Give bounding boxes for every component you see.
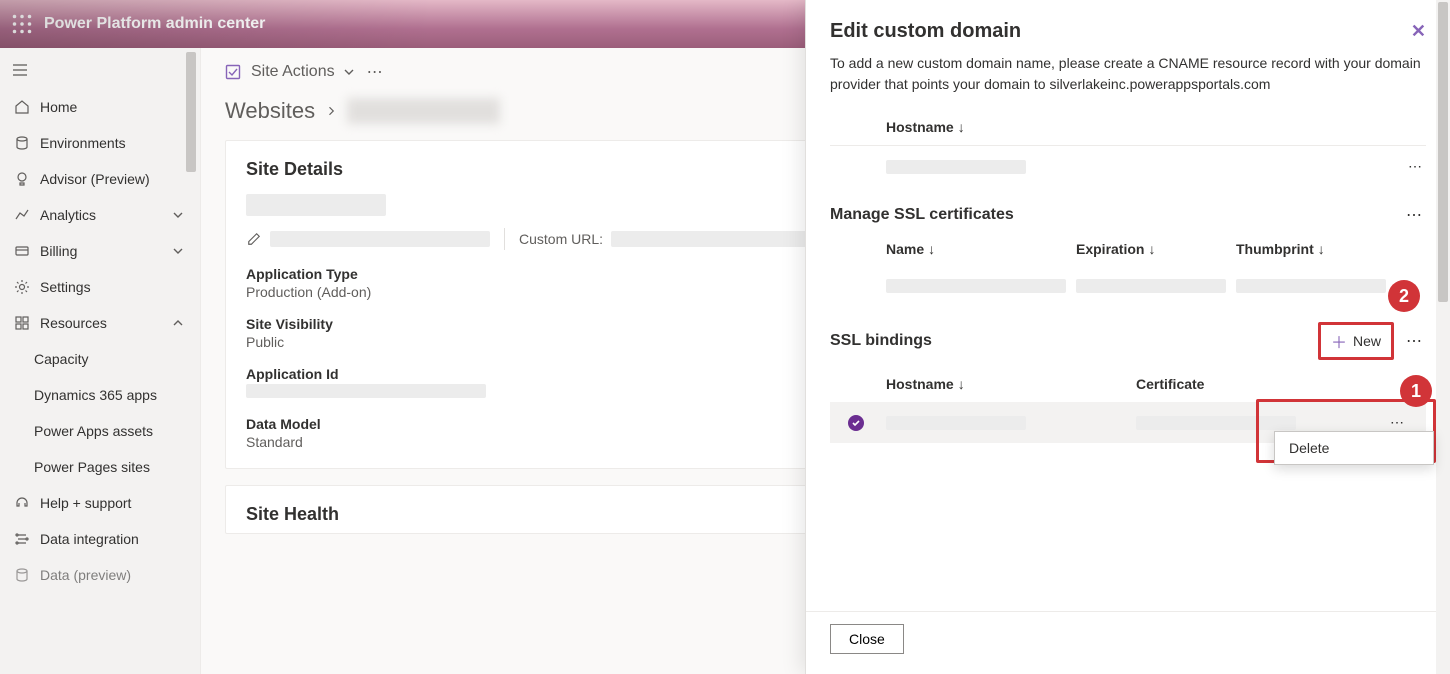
redacted-binding-cert: . [1136,416,1296,430]
sidebar-item-advisor[interactable]: Advisor (Preview) [0,161,200,197]
ssl-cert-row[interactable]: . . . ⋯ [830,267,1426,304]
edit-custom-domain-panel: Edit custom domain ✕ To add a new custom… [805,0,1450,674]
close-button[interactable]: Close [830,624,904,654]
checkbox-icon[interactable] [225,64,241,80]
sidebar-item-label: Home [40,99,77,115]
hostname-row[interactable]: . ⋯ [830,146,1426,187]
sidebar-item-label: Advisor (Preview) [40,171,150,187]
sidebar-item-label: Dynamics 365 apps [34,387,157,403]
sidebar-item-label: Environments [40,135,126,151]
field-label: Application Type [246,266,814,282]
sidebar-item-billing[interactable]: Billing [0,233,200,269]
field-label: Site Visibility [246,316,814,332]
more-icon[interactable]: ⋯ [1402,331,1426,351]
certificate-column-header[interactable]: Certificate [1136,376,1376,392]
redacted-cert-exp: . [1076,279,1226,293]
more-icon[interactable]: ⋯ [1402,205,1426,225]
site-details-title: Site Details [246,159,343,180]
waffle-icon[interactable] [12,14,32,34]
sidebar-item-data-integration[interactable]: Data integration [0,521,200,557]
pencil-icon[interactable] [246,232,262,246]
chevron-right-icon [325,105,337,117]
sidebar-item-environments[interactable]: Environments [0,125,200,161]
breadcrumb-current: ████████ [347,98,500,124]
redacted-custom-url: . [611,231,811,247]
sidebar-item-label: Settings [40,279,91,295]
callout-one: 1 [1400,375,1432,407]
sidebar-item-d365apps[interactable]: Dynamics 365 apps [0,377,200,413]
callout-two: 2 [1388,280,1420,312]
close-icon[interactable]: ✕ [1411,21,1426,42]
sidebar-item-label: Data (preview) [40,567,131,583]
sidebar-item-capacity[interactable]: Capacity [0,341,200,377]
redacted-hostname: . [886,160,1026,174]
sidebar-item-label: Power Apps assets [34,423,153,439]
sidebar-item-help[interactable]: Help + support [0,485,200,521]
sidebar-item-label: Power Pages sites [34,459,150,475]
sidebar-item-settings[interactable]: Settings [0,269,200,305]
more-icon[interactable]: ⋯ [1404,158,1426,175]
field-label: Data Model [246,416,814,432]
new-label: New [1353,333,1381,349]
field-label: Application Id [246,366,814,382]
context-menu: Delete [1274,431,1434,465]
thumbprint-column-header[interactable]: Thumbprint↓ [1236,241,1386,257]
sidebar-item-home[interactable]: Home [0,89,200,125]
site-health-title: Site Health [246,504,339,524]
name-column-header[interactable]: Name↓ [886,241,1066,257]
sidebar: Home Environments Advisor (Preview) Anal… [0,48,200,674]
expiration-column-header[interactable]: Expiration↓ [1076,241,1226,257]
field-value: Standard [246,434,814,450]
new-binding-button[interactable]: ＋ New [1318,322,1394,360]
redacted-cert-thumb: . [1236,279,1386,293]
sidebar-scrollbar[interactable] [184,50,198,672]
page-scrollbar[interactable] [1436,0,1450,674]
hostname-column-header[interactable]: Hostname↓ [886,119,965,135]
banner-title: Power Platform admin center [44,15,265,33]
delete-menu-item[interactable]: Delete [1275,432,1433,464]
sidebar-item-label: Capacity [34,351,88,367]
hamburger-icon[interactable] [0,56,200,89]
sidebar-item-label: Billing [40,243,77,259]
sidebar-item-label: Resources [40,315,107,331]
redacted-cert-name: . [886,279,1066,293]
check-icon [848,415,864,431]
site-actions-menu[interactable]: Site Actions [251,63,357,81]
more-icon[interactable]: ⋯ [367,62,383,82]
plus-icon: ＋ [1331,329,1347,353]
sidebar-item-label: Help + support [40,495,131,511]
field-value: Production (Add-on) [246,284,814,300]
sidebar-item-data-preview[interactable]: Data (preview) [0,557,200,593]
sidebar-item-label: Data integration [40,531,139,547]
hostname-column-header[interactable]: Hostname↓ [886,376,1126,392]
sidebar-item-label: Analytics [40,207,96,223]
breadcrumb-root[interactable]: Websites [225,98,315,124]
redacted-app-id: . [246,384,486,398]
panel-title: Edit custom domain [830,20,1021,43]
ssl-section-title: Manage SSL certificates [830,206,1014,224]
sidebar-item-powerpages[interactable]: Power Pages sites [0,449,200,485]
sidebar-item-analytics[interactable]: Analytics [0,197,200,233]
site-actions-label: Site Actions [251,63,335,81]
redacted-site-name: . [246,194,386,216]
custom-url-label: Custom URL: [519,231,603,247]
panel-description: To add a new custom domain name, please … [830,53,1426,95]
redacted-url: . [270,231,490,247]
chevron-down-icon [341,64,357,80]
sidebar-item-powerapps-assets[interactable]: Power Apps assets [0,413,200,449]
field-value: Public [246,334,814,350]
bindings-section-title: SSL bindings [830,332,932,350]
more-icon[interactable]: ⋯ [1386,414,1426,431]
redacted-binding-host: . [886,416,1026,430]
sidebar-item-resources[interactable]: Resources [0,305,200,341]
